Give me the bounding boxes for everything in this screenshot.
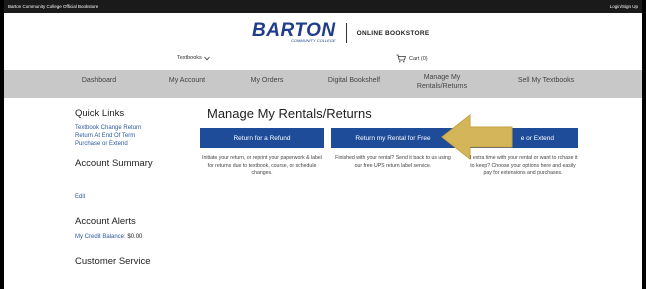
quick-links-title: Quick Links: [75, 108, 125, 119]
button-label: Return my Rental for Free: [355, 134, 431, 142]
page-title: Manage My Rentals/Returns: [207, 106, 372, 121]
chevron-down-icon: [203, 56, 210, 60]
brand-area: BARTON COMMUNITY COLLEGE ONLINE BOOKSTOR…: [252, 20, 430, 43]
barton-logo[interactable]: BARTON COMMUNITY COLLEGE: [252, 20, 336, 43]
cart-label: Cart (0): [409, 55, 428, 62]
customer-service-title: Customer Service: [75, 256, 151, 267]
store-name: ONLINE BOOKSTORE: [356, 29, 430, 37]
nav-sell-textbooks[interactable]: Sell My Textbooks: [504, 76, 588, 85]
button-label: e or Extend: [520, 134, 554, 142]
account-nav: Dashboard My Account My Orders Digital B…: [4, 70, 642, 98]
nav-label: Manage My Rentals/Returns: [416, 74, 468, 90]
textbooks-dropdown[interactable]: Textbooks: [177, 55, 210, 61]
nav-digital-bookshelf[interactable]: Digital Bookshelf: [312, 76, 396, 85]
credit-balance[interactable]: My Credit Balance: $0.00: [75, 233, 195, 241]
credit-balance-label: My Credit Balance:: [75, 234, 126, 240]
nav-label: My Orders: [250, 77, 284, 84]
link-textbook-change-return[interactable]: Textbook Change Return: [75, 124, 195, 132]
sub-bar: Textbooks Cart (0): [4, 52, 642, 68]
nav-label: My Account: [168, 77, 206, 84]
top-strip: Barton Community College Official Bookst…: [4, 0, 642, 13]
login-link[interactable]: Login/Sign Up: [610, 4, 638, 9]
nav-label: Sell My Textbooks: [517, 77, 575, 84]
return-rental-free-button[interactable]: Return my Rental for Free: [331, 128, 455, 148]
nav-label: Dashboard: [81, 77, 117, 84]
arrow-left-icon: [441, 113, 513, 161]
site-header: BARTON COMMUNITY COLLEGE ONLINE BOOKSTOR…: [4, 13, 642, 55]
page-frame: Barton Community College Official Bookst…: [4, 0, 642, 289]
logo-wordmark: BARTON: [252, 20, 336, 41]
logo-divider: [345, 23, 347, 43]
credit-balance-value: $0.00: [127, 234, 143, 240]
account-summary-title: Account Summary: [75, 158, 153, 169]
nav-manage-rentals[interactable]: Manage My Rentals/Returns: [402, 73, 482, 91]
site-label: Barton Community College Official Bookst…: [8, 4, 99, 9]
refund-description: Initiate your return, or reprint your pa…: [202, 155, 322, 176]
return-for-refund-button[interactable]: Return for a Refund: [200, 128, 324, 148]
cart-button[interactable]: Cart (0): [396, 54, 428, 63]
nav-label: Digital Bookshelf: [327, 77, 381, 84]
nav-dashboard[interactable]: Dashboard: [64, 76, 134, 85]
free-return-description: Finished with your rental? Send it back …: [335, 155, 451, 169]
link-purchase-or-extend[interactable]: Purchase or Extend: [75, 140, 195, 148]
cart-icon: [396, 54, 406, 63]
nav-my-orders[interactable]: My Orders: [232, 76, 302, 85]
button-label: Return for a Refund: [233, 134, 291, 142]
nav-my-account[interactable]: My Account: [152, 76, 222, 85]
sidebar: Quick Links Textbook Change Return Retur…: [75, 108, 195, 267]
edit-link[interactable]: Edit: [75, 193, 195, 201]
textbooks-label: Textbooks: [177, 55, 202, 61]
link-return-end-of-term[interactable]: Return At End Of Term: [75, 132, 195, 140]
account-alerts-title: Account Alerts: [75, 216, 136, 227]
